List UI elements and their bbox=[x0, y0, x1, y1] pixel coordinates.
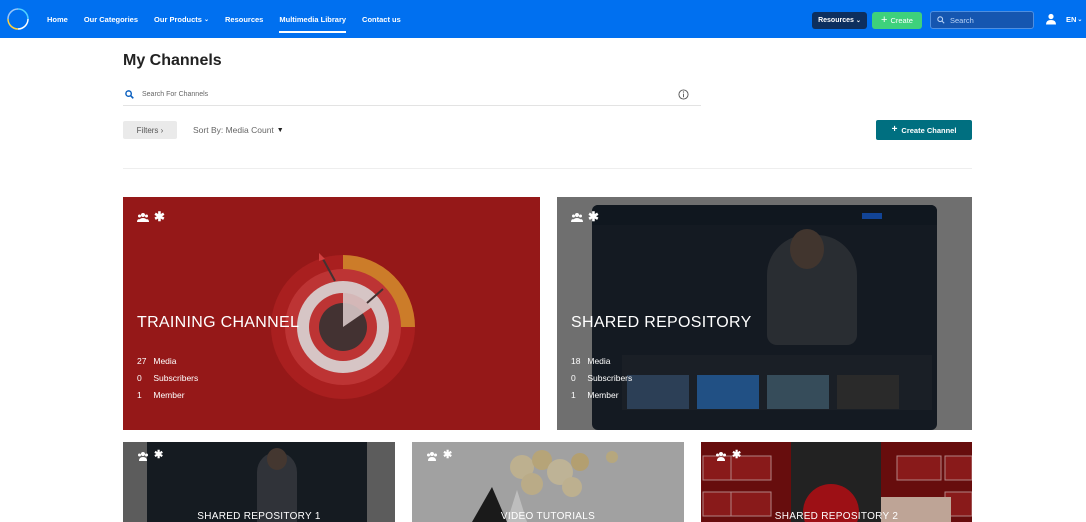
page-title: My Channels bbox=[123, 52, 222, 69]
card-overlay bbox=[412, 442, 684, 522]
card-overlay bbox=[123, 442, 395, 522]
nav-our-categories[interactable]: Our Categories bbox=[84, 0, 138, 38]
sort-by-label: Sort By: Media Count bbox=[193, 125, 274, 135]
nav-home[interactable]: Home bbox=[47, 0, 68, 38]
sort-by-dropdown[interactable]: Sort By: Media Count ▼ bbox=[193, 121, 284, 139]
nav-resources[interactable]: Resources bbox=[225, 0, 263, 38]
group-icon bbox=[571, 212, 583, 222]
top-navigation-bar: Home Our Categories Our Products ⌄ Resour… bbox=[0, 0, 1086, 38]
filters-button[interactable]: Filters › bbox=[123, 121, 177, 139]
create-channel-button[interactable]: + Create Channel bbox=[876, 120, 972, 140]
nav-label: Resources bbox=[225, 14, 264, 24]
card-icons: ✱ bbox=[571, 210, 599, 223]
info-icon[interactable] bbox=[678, 89, 689, 100]
search-icon bbox=[937, 16, 945, 24]
channel-stats: 27 Media 0 Subscribers 1 Member bbox=[137, 353, 198, 404]
channel-card-training-channel[interactable]: ✱ TRAINING CHANNEL 27 Media 0 Subscriber… bbox=[123, 197, 540, 430]
card-icons: ✱ bbox=[715, 450, 741, 461]
channel-title: SHARED REPOSITORY 2 bbox=[774, 511, 899, 522]
nav-label: Our Categories bbox=[83, 14, 139, 24]
create-button[interactable]: + Create bbox=[872, 12, 922, 29]
card-icons: ✱ bbox=[426, 450, 452, 461]
asterisk-icon: ✱ bbox=[588, 209, 599, 224]
nav-our-products[interactable]: Our Products ⌄ bbox=[154, 0, 209, 38]
asterisk-icon: ✱ bbox=[154, 449, 164, 461]
channel-title: TRAINING CHANNEL bbox=[137, 314, 300, 331]
caret-down-icon: ▼ bbox=[276, 126, 284, 134]
create-button-label: Create bbox=[890, 16, 913, 25]
filters-label: Filters › bbox=[136, 125, 164, 135]
chevron-down-icon: ⌄ bbox=[855, 18, 861, 24]
header-search-input[interactable]: Search bbox=[930, 11, 1034, 29]
group-icon bbox=[137, 212, 149, 222]
nav-multimedia-library[interactable]: Multimedia Library bbox=[279, 0, 346, 38]
nav-label: Home bbox=[47, 14, 68, 24]
plus-icon: + bbox=[881, 14, 888, 26]
channel-title: SHARED REPOSITORY 1 bbox=[197, 511, 321, 522]
channel-card-shared-repository-2[interactable]: ✱ SHARED REPOSITORY 2 bbox=[701, 442, 972, 522]
language-selector[interactable]: EN ⌄ bbox=[1066, 0, 1082, 38]
channel-card-video-tutorials[interactable]: ✱ VIDEO TUTORIALS bbox=[412, 442, 684, 522]
channel-title: SHARED REPOSITORY bbox=[571, 314, 752, 331]
channel-card-shared-repository-1[interactable]: ✱ SHARED REPOSITORY 1 bbox=[123, 442, 395, 522]
channel-title: VIDEO TUTORIALS bbox=[500, 511, 596, 522]
stat-subscribers: 0 Subscribers bbox=[137, 373, 199, 383]
search-icon bbox=[125, 90, 134, 99]
user-icon[interactable] bbox=[1045, 13, 1057, 25]
stat-subscribers: 0 Subscribers bbox=[571, 373, 633, 383]
nav-label: Our Products bbox=[154, 14, 202, 24]
asterisk-icon: ✱ bbox=[732, 449, 742, 461]
create-channel-label: Create Channel bbox=[901, 125, 957, 135]
language-label: EN bbox=[1066, 14, 1077, 24]
card-icons: ✱ bbox=[137, 450, 163, 461]
group-icon bbox=[716, 451, 726, 461]
group-icon bbox=[138, 451, 148, 461]
group-icon bbox=[427, 451, 437, 461]
chevron-down-icon: ⌄ bbox=[1077, 16, 1083, 23]
channel-card-shared-repository[interactable]: ✱ SHARED REPOSITORY 18 Media 0 Subscribe… bbox=[557, 197, 972, 430]
divider bbox=[123, 168, 972, 169]
channel-search-placeholder: Search For Channels bbox=[142, 91, 209, 98]
main-nav-links: Home Our Categories Our Products ⌄ Resour… bbox=[47, 0, 417, 38]
nav-label: Multimedia Library bbox=[279, 14, 347, 24]
nav-contact-us[interactable]: Contact us bbox=[362, 0, 401, 38]
channel-stats: 18 Media 0 Subscribers 1 Member bbox=[571, 353, 632, 404]
stat-members: 1 Member bbox=[137, 390, 185, 400]
card-icons: ✱ bbox=[137, 210, 165, 223]
resources-button-label: Resources bbox=[818, 17, 854, 24]
card-overlay bbox=[701, 442, 972, 522]
chevron-down-icon: ⌄ bbox=[203, 16, 209, 23]
nav-label: Contact us bbox=[362, 14, 401, 24]
asterisk-icon: ✱ bbox=[443, 449, 453, 461]
channel-search-input[interactable]: Search For Channels bbox=[123, 84, 701, 106]
asterisk-icon: ✱ bbox=[154, 209, 165, 224]
plus-icon: + bbox=[891, 124, 898, 135]
stat-members: 1 Member bbox=[571, 390, 619, 400]
stat-media: 27 Media bbox=[137, 356, 177, 366]
header-search-placeholder: Search bbox=[950, 15, 974, 25]
logo-icon[interactable] bbox=[6, 7, 30, 31]
stat-media: 18 Media bbox=[571, 356, 611, 366]
resources-dropdown-button[interactable]: Resources ⌄ bbox=[812, 12, 867, 29]
